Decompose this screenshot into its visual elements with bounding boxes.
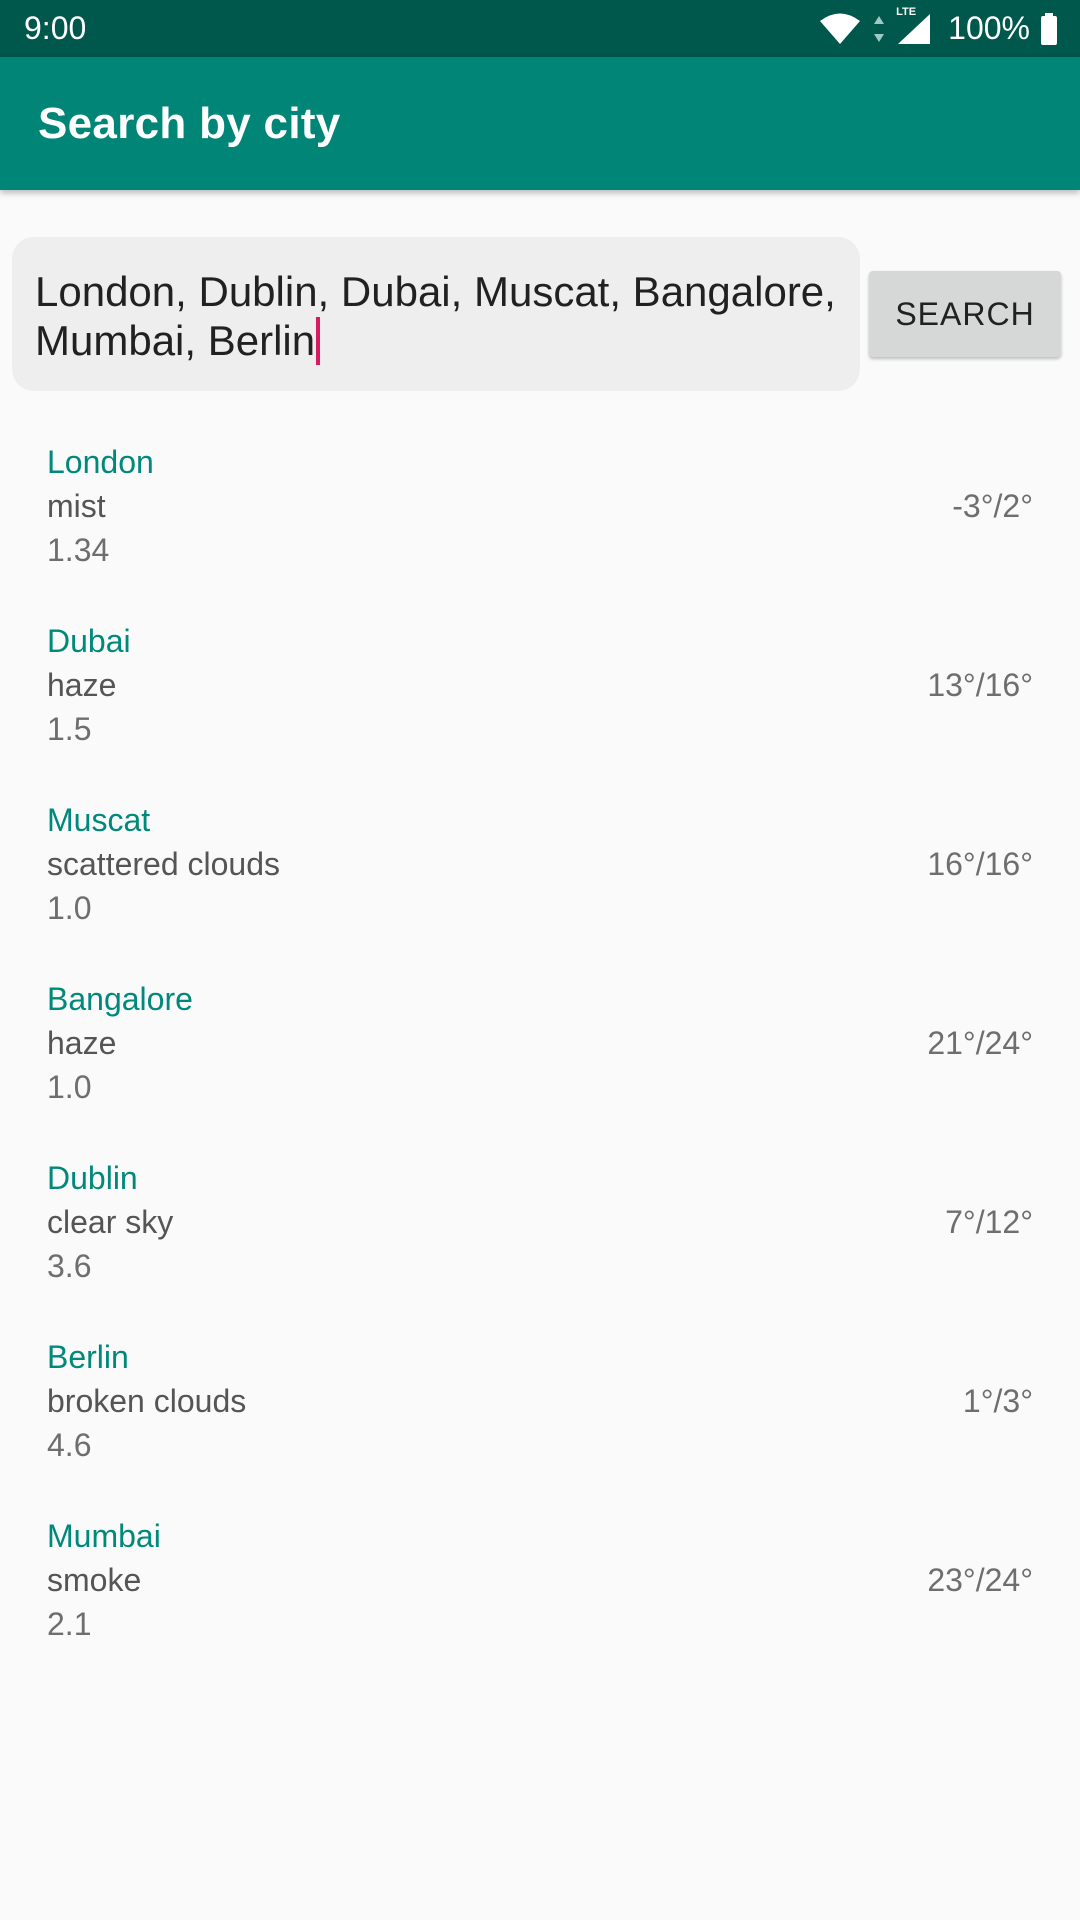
temperature-range: 23°/24° (927, 1562, 1033, 1598)
city-name: Dubai (47, 623, 131, 659)
temperature-range: 13°/16° (927, 667, 1033, 703)
wind-speed: 3.6 (47, 1248, 92, 1284)
weather-description: haze (47, 667, 117, 703)
list-item[interactable]: Mumbai smoke 2.1 23°/24° (0, 1514, 1080, 1693)
weather-description: mist (47, 488, 106, 524)
city-name: Bangalore (47, 981, 193, 1017)
list-item[interactable]: London mist 1.34 -3°/2° (0, 440, 1080, 619)
weather-description: scattered clouds (47, 846, 281, 882)
city-name: Dublin (47, 1160, 138, 1196)
list-item[interactable]: Berlin broken clouds 4.6 1°/3° (0, 1335, 1080, 1514)
list-item[interactable]: Bangalore haze 1.0 21°/24° (0, 977, 1080, 1156)
list-item[interactable]: Dubai haze 1.5 13°/16° (0, 619, 1080, 798)
battery-percent: 100% (948, 10, 1030, 46)
list-item[interactable]: Dublin clear sky 3.6 7°/12° (0, 1156, 1080, 1335)
wind-speed: 2.1 (47, 1606, 92, 1642)
status-time: 9:00 (24, 10, 87, 46)
wind-speed: 4.6 (47, 1427, 92, 1463)
weather-description: haze (47, 1025, 117, 1061)
temperature-range: 7°/12° (945, 1204, 1033, 1240)
cell-signal-icon: LTE (896, 6, 932, 46)
city-name: Mumbai (47, 1518, 161, 1554)
city-list: London mist 1.34 -3°/2° Dubai haze 1.5 1… (0, 440, 1080, 1693)
status-icons: LTE 100% (818, 6, 1058, 47)
temperature-range: 1°/3° (962, 1383, 1033, 1419)
wind-speed: 1.0 (47, 890, 92, 926)
data-arrows-icon (872, 14, 886, 44)
weather-description: smoke (47, 1562, 142, 1598)
temperature-range: 16°/16° (927, 846, 1033, 882)
temperature-range: 21°/24° (927, 1025, 1033, 1061)
city-name: Muscat (47, 802, 151, 838)
city-name: London (47, 444, 154, 480)
list-item[interactable]: Muscat scattered clouds 1.0 16°/16° (0, 798, 1080, 977)
battery-icon (1040, 12, 1058, 45)
wind-speed: 1.0 (47, 1069, 92, 1105)
network-type-label: LTE (896, 5, 917, 18)
city-name: Berlin (47, 1339, 129, 1375)
text-cursor (316, 317, 321, 365)
weather-description: clear sky (47, 1204, 174, 1240)
search-button[interactable]: SEARCH (869, 271, 1061, 357)
temperature-range: -3°/2° (952, 488, 1033, 524)
app-bar: Search by city (0, 57, 1080, 190)
wind-speed: 1.5 (47, 711, 92, 747)
page-title: Search by city (38, 98, 341, 148)
search-input-text: London, Dublin, Dubai, Muscat, Bangalore… (35, 268, 836, 364)
wind-speed: 1.34 (47, 532, 110, 568)
wifi-icon (818, 12, 862, 46)
weather-description: broken clouds (47, 1383, 247, 1419)
status-bar: 9:00 LTE 100% (0, 0, 1080, 57)
search-input[interactable]: London, Dublin, Dubai, Muscat, Bangalore… (12, 237, 860, 391)
